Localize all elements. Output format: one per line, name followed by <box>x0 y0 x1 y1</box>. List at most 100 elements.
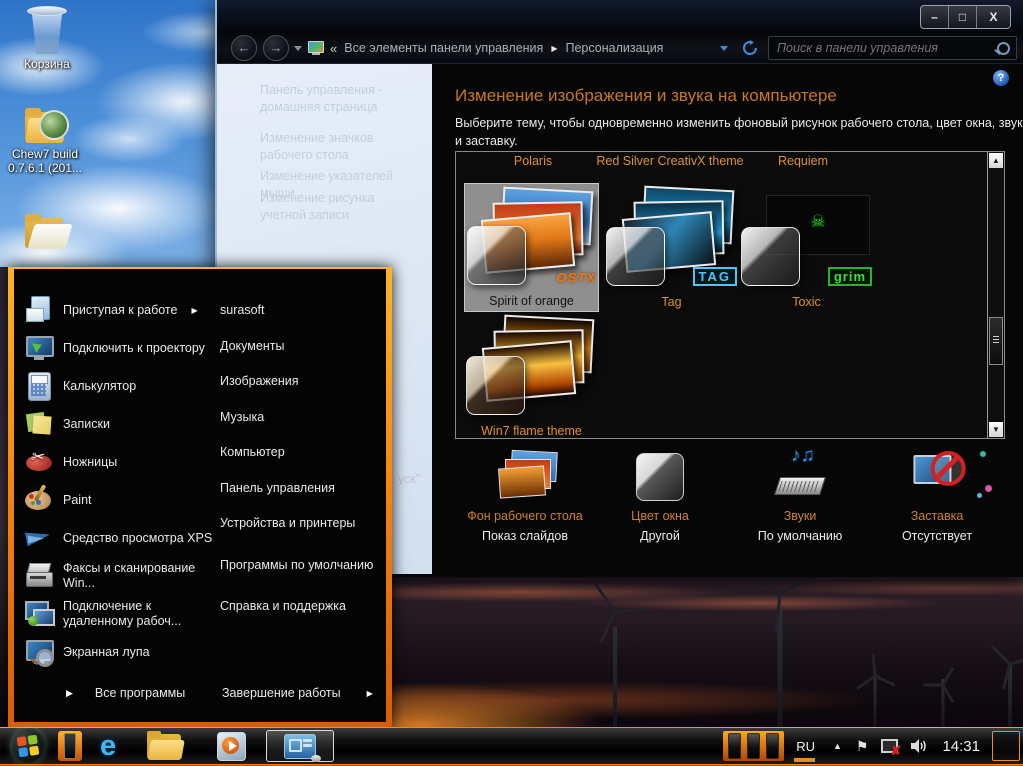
shutdown-label: Завершение работы <box>222 686 341 700</box>
address-bar: ← → « Все элементы панели управления ▶ П… <box>217 33 1023 64</box>
sounds-link[interactable]: Звуки <box>725 509 875 523</box>
menu-item-devices-printers[interactable]: Устройства и принтеры <box>220 506 386 542</box>
wind-turbine <box>740 580 820 727</box>
system-tray: RU ▲ ⚑ ✘ 14:31 <box>794 731 1023 761</box>
shutdown-button[interactable]: Завершение работы ▶ <box>222 686 373 700</box>
volume-icon[interactable] <box>910 738 928 754</box>
show-hidden-icons-button[interactable]: ▲ <box>833 741 842 751</box>
menu-item-computer[interactable]: Компьютер <box>220 435 386 471</box>
breadcrumb-collapse[interactable]: « <box>330 41 337 56</box>
minimize-button[interactable]: – <box>921 6 949 28</box>
show-desktop-button[interactable] <box>992 731 1020 761</box>
taskbar-active-personalization[interactable] <box>266 730 334 762</box>
wind-turbine <box>985 645 1023 727</box>
theme-tile-tag[interactable]: TAG Tag <box>604 183 739 312</box>
taskbar: e RU ▲ ⚑ ✘ 14:31 <box>0 727 1023 766</box>
breadcrumb-item-personalization[interactable]: Персонализация <box>565 41 663 55</box>
menu-item-connect-projector[interactable]: Подключить к проектору <box>24 329 216 367</box>
media-player-icon[interactable] <box>214 730 248 762</box>
network-status-icon[interactable]: ✘ <box>880 738 900 755</box>
menu-item-getting-started[interactable]: Приступая к работе ▶ <box>24 291 216 329</box>
all-programs-button[interactable]: ▶ Все программы <box>66 686 185 700</box>
window-controls: – □ X <box>920 5 1011 29</box>
theme-group-label[interactable]: Requiem <box>754 154 852 169</box>
history-dropdown-icon[interactable] <box>294 46 302 51</box>
sounds-value: По умолчанию <box>725 529 875 543</box>
forward-button[interactable]: → <box>263 35 289 61</box>
glass-square-icon <box>606 227 665 286</box>
window-color-link[interactable]: Цвет окна <box>585 509 735 523</box>
themes-list: Polaris Red Silver CreativX theme Requie… <box>455 151 1005 439</box>
menu-item-fax-scan[interactable]: Факсы и сканирование Win... <box>24 557 216 595</box>
menu-item-label: Подключить к проектору <box>63 341 205 356</box>
menu-item-xps-viewer[interactable]: Средство просмотра XPS <box>24 519 216 557</box>
sidebar-link-home[interactable]: Панель управления - домашняя страница <box>260 82 420 116</box>
taskbar-clock[interactable]: 14:31 <box>942 738 980 755</box>
window-titlebar[interactable]: – □ X <box>217 0 1023 33</box>
back-button[interactable]: ← <box>231 35 257 61</box>
theme-tile-toxic[interactable]: ☠ grim Toxic <box>739 183 874 312</box>
menu-item-music[interactable]: Музыка <box>220 400 386 436</box>
menu-item-control-panel[interactable]: Панель управления <box>220 471 386 507</box>
windows-logo-icon <box>17 735 40 758</box>
internet-explorer-icon[interactable]: e <box>100 731 116 761</box>
submenu-arrow-icon: ▶ <box>191 303 197 318</box>
screensaver-link[interactable]: Заставка <box>862 509 1012 523</box>
start-button[interactable] <box>10 728 46 764</box>
menu-item-calculator[interactable]: Калькулятор <box>24 367 216 405</box>
refresh-icon[interactable] <box>742 40 758 56</box>
mouse-icon <box>311 755 321 762</box>
breadcrumb-item-all-items[interactable]: Все элементы панели управления <box>344 41 543 55</box>
desktop-icon-recycle-bin[interactable]: Корзина <box>2 6 92 71</box>
theme-tile-spirit-of-orange[interactable]: OSTX Spirit of orange <box>464 183 599 312</box>
windows-explorer-icon[interactable] <box>146 731 184 761</box>
sidebar-link-desktop-icons[interactable]: Изменение значков рабочего стола <box>260 130 420 164</box>
sidebar-link-account-picture[interactable]: Изменение рисунка учетной записи <box>260 190 420 224</box>
theme-badge: grim <box>828 267 872 286</box>
scrollbar-thumb[interactable] <box>989 317 1003 365</box>
scroll-down-button[interactable]: ▼ <box>989 422 1003 437</box>
menu-item-sticky-notes[interactable]: Записки <box>24 405 216 443</box>
action-center-flag-icon[interactable]: ⚑ <box>856 738 869 755</box>
sidebar-partial-text: уск" <box>398 472 420 486</box>
page-title: Изменение изображения и звука на компьют… <box>455 86 837 106</box>
theme-tile-win7-flame[interactable]: Win7 flame theme <box>464 312 599 441</box>
language-indicator[interactable]: RU <box>794 739 817 754</box>
setting-sounds[interactable]: ♪♫ Звуки По умолчанию <box>725 449 875 543</box>
taskbar-separator <box>58 731 82 761</box>
glass-square-icon <box>741 227 800 286</box>
menu-item-paint[interactable]: Paint <box>24 481 216 519</box>
projector-icon <box>24 333 54 363</box>
menu-item-help-support[interactable]: Справка и поддержка <box>220 589 386 625</box>
setting-window-color[interactable]: Цвет окна Другой <box>585 449 735 543</box>
theme-group-label[interactable]: Red Silver CreativX theme <box>594 154 746 169</box>
desktop-icon-chew7-folder[interactable]: Chew7 build 0.7.6.1 (201... <box>0 108 90 175</box>
menu-item-user[interactable]: surasoft <box>220 293 386 329</box>
personalization-task-icon <box>284 734 316 759</box>
screensaver-value: Отсутствует <box>862 529 1012 543</box>
close-button[interactable]: X <box>977 6 1010 28</box>
menu-item-label: Ножницы <box>63 455 117 470</box>
scroll-up-button[interactable]: ▲ <box>989 153 1003 168</box>
address-dropdown-icon[interactable] <box>720 46 728 51</box>
menu-item-label: Факсы и сканирование Win... <box>63 561 216 591</box>
desktop-icon-open-folder[interactable] <box>0 214 90 250</box>
search-icon[interactable] <box>997 42 1010 55</box>
search-input[interactable] <box>775 40 997 56</box>
menu-item-documents[interactable]: Документы <box>220 329 386 365</box>
menu-item-snipping-tool[interactable]: ✂ Ножницы <box>24 443 216 481</box>
all-programs-arrow-icon: ▶ <box>66 688 73 699</box>
help-icon[interactable]: ? <box>993 70 1009 86</box>
theme-group-label[interactable]: Polaris <box>484 154 582 169</box>
menu-item-default-programs[interactable]: Программы по умолчанию <box>220 542 386 589</box>
menu-item-remote-desktop[interactable]: Подключение к удаленному рабоч... <box>24 595 216 633</box>
setting-screensaver[interactable]: Заставка Отсутствует <box>862 449 1012 543</box>
desktop-background-link[interactable]: Фон рабочего стола <box>450 509 600 523</box>
setting-desktop-background[interactable]: Фон рабочего стола Показ слайдов <box>450 449 600 543</box>
shutdown-arrow-icon: ▶ <box>367 689 373 698</box>
desktop-icon-label: Корзина <box>2 57 92 71</box>
maximize-button[interactable]: □ <box>949 6 977 28</box>
menu-item-pictures[interactable]: Изображения <box>220 364 386 400</box>
themes-scrollbar[interactable]: ▲ ▼ <box>987 152 1004 438</box>
menu-item-magnifier[interactable]: Экранная лупа <box>24 633 216 671</box>
